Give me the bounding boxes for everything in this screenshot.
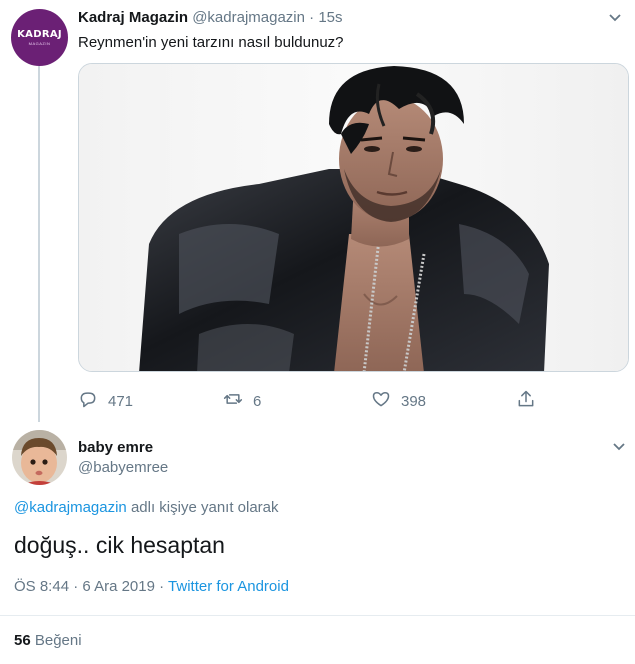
- meta-separator: ·: [73, 578, 79, 595]
- reply-author-handle[interactable]: @babyemree: [78, 459, 168, 476]
- share-icon: [516, 389, 546, 413]
- like-count: 398: [401, 392, 427, 410]
- thread-connector-line: [38, 66, 40, 422]
- kadraj-avatar[interactable]: KADRAJ MAGAZIN: [11, 9, 68, 66]
- reply-mention-link[interactable]: @kadrajmagazin: [14, 499, 127, 516]
- heart-icon: [371, 389, 401, 413]
- tweet-author-handle[interactable]: @kadrajmagazin: [192, 9, 305, 26]
- reply-text: doğuş.. cik hesaptan: [14, 532, 225, 558]
- reply-time[interactable]: ÖS 8:44: [14, 578, 69, 595]
- tweet-author-name[interactable]: Kadraj Magazin: [78, 9, 188, 26]
- tweet-text: Reynmen'in yeni tarzını nasıl buldunuz?: [78, 34, 344, 51]
- retweet-icon: [223, 389, 253, 413]
- chevron-down-icon[interactable]: [608, 12, 622, 26]
- share-button[interactable]: [516, 389, 546, 413]
- tweet-header: Kadraj Magazin @kadrajmagazin · 15s: [78, 9, 343, 26]
- avatar-logo-text: KADRAJ: [17, 29, 62, 40]
- reply-meta: ÖS 8:44 · 6 Ara 2019 · Twitter for Andro…: [14, 578, 289, 595]
- reply-context-label: adlı kişiye yanıt olarak: [130, 499, 279, 516]
- like-button[interactable]: 398: [371, 389, 426, 413]
- likes-summary[interactable]: 56 Beğeni: [14, 632, 82, 649]
- reply-icon: [78, 389, 108, 413]
- reply-author-name[interactable]: baby emre: [78, 439, 153, 456]
- meta-separator: ·: [159, 578, 165, 595]
- tweet-time[interactable]: 15s: [318, 9, 342, 26]
- retweet-button[interactable]: 6: [223, 389, 261, 413]
- divider: [0, 615, 635, 616]
- tweet-photo[interactable]: [78, 63, 629, 372]
- photo-illustration: [79, 64, 628, 371]
- reply-count: 471: [108, 392, 134, 410]
- likes-count: 56: [14, 632, 31, 649]
- retweet-count: 6: [253, 392, 262, 410]
- baby-avatar-image: [12, 430, 67, 485]
- likes-label: Beğeni: [34, 632, 82, 649]
- baby-emre-avatar[interactable]: [12, 430, 67, 485]
- reply-button[interactable]: 471: [78, 389, 133, 413]
- reply-context: @kadrajmagazin adlı kişiye yanıt olarak: [14, 499, 279, 516]
- reply-date[interactable]: 6 Ara 2019: [82, 578, 155, 595]
- chevron-down-icon[interactable]: [612, 441, 626, 455]
- avatar-logo-subtext: MAGAZIN: [28, 41, 51, 46]
- reply-source-link[interactable]: Twitter for Android: [168, 578, 289, 595]
- header-separator: ·: [309, 9, 315, 26]
- tweet-actions: 471 6 398: [78, 389, 548, 411]
